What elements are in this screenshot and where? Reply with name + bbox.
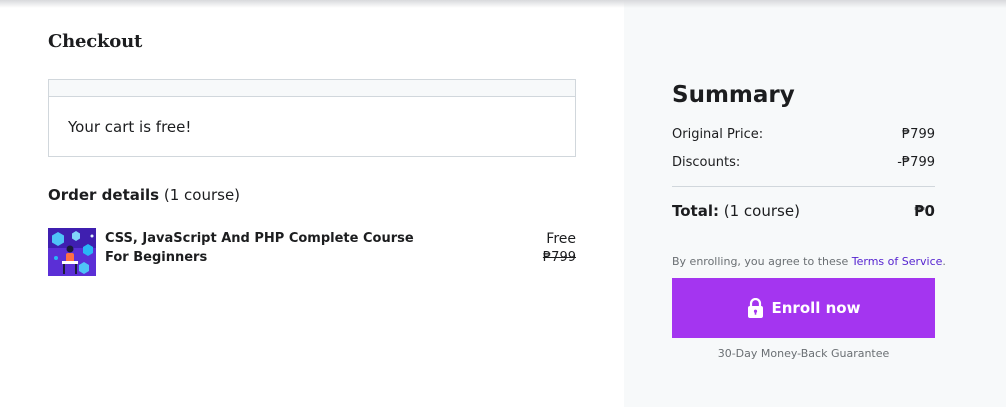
total-label-group: Total: (1 course) (672, 202, 800, 220)
order-details-count: (1 course) (163, 186, 241, 204)
enroll-now-label: Enroll now (771, 299, 861, 317)
total-label: Total: (672, 202, 719, 220)
cart-box: Your cart is free! (48, 79, 576, 157)
order-details-heading: Order details (1 course) (48, 186, 240, 204)
course-title-link[interactable]: CSS, JavaScript And PHP Complete Course … (105, 229, 435, 267)
page-title: Checkout (48, 31, 143, 52)
original-price-label: Original Price: (672, 127, 764, 142)
course-original-price: ₱799 (542, 250, 576, 265)
terms-suffix: . (942, 255, 946, 268)
terms-text: By enrolling, you agree to these Terms o… (672, 255, 946, 268)
discounts-value: -₱799 (897, 155, 935, 170)
terms-of-service-link[interactable]: Terms of Service (852, 255, 943, 268)
order-details-label: Order details (48, 186, 160, 204)
top-shadow (0, 0, 1006, 8)
total-value: ₱0 (914, 202, 935, 220)
cart-box-header (49, 80, 575, 97)
discounts-label: Discounts: (672, 155, 741, 170)
course-price: Free (546, 231, 576, 247)
summary-title: Summary (672, 82, 795, 108)
money-back-guarantee: 30-Day Money-Back Guarantee (717, 347, 890, 360)
enroll-now-button[interactable]: Enroll now (672, 278, 935, 338)
terms-prefix: By enrolling, you agree to these (672, 255, 852, 268)
lock-icon (747, 297, 764, 318)
checkout-main: Checkout Your cart is free! Order detail… (0, 0, 624, 407)
summary-divider (672, 186, 935, 187)
summary-panel: Summary Original Price: ₱799 Discounts: … (624, 0, 1006, 407)
course-thumbnail[interactable] (48, 228, 96, 276)
original-price-value: ₱799 (901, 127, 935, 142)
total-count: (1 course) (723, 202, 800, 220)
cart-free-message: Your cart is free! (68, 118, 192, 136)
